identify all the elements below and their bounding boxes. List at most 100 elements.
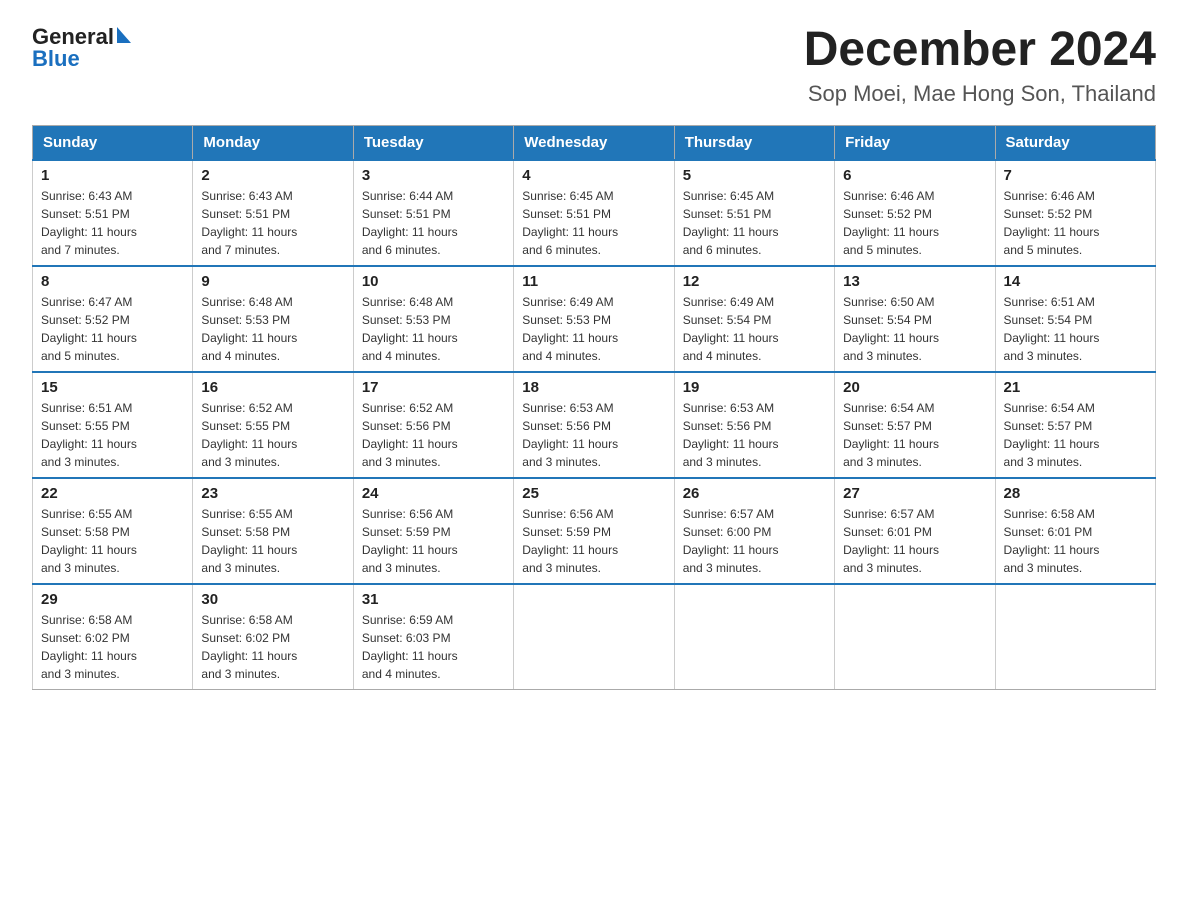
table-row: 18 Sunrise: 6:53 AMSunset: 5:56 PMDaylig… xyxy=(514,372,674,478)
day-number: 24 xyxy=(362,485,505,502)
day-info: Sunrise: 6:57 AMSunset: 6:01 PMDaylight:… xyxy=(843,507,939,575)
table-row: 20 Sunrise: 6:54 AMSunset: 5:57 PMDaylig… xyxy=(835,372,995,478)
day-number: 12 xyxy=(683,273,826,290)
day-number: 25 xyxy=(522,485,665,502)
table-row: 3 Sunrise: 6:44 AMSunset: 5:51 PMDayligh… xyxy=(353,160,513,266)
col-header-wednesday: Wednesday xyxy=(514,125,674,160)
day-info: Sunrise: 6:52 AMSunset: 5:56 PMDaylight:… xyxy=(362,401,458,469)
day-number: 8 xyxy=(41,273,184,290)
table-row: 23 Sunrise: 6:55 AMSunset: 5:58 PMDaylig… xyxy=(193,478,353,584)
table-row xyxy=(674,584,834,690)
day-info: Sunrise: 6:58 AMSunset: 6:02 PMDaylight:… xyxy=(201,613,297,681)
day-info: Sunrise: 6:44 AMSunset: 5:51 PMDaylight:… xyxy=(362,189,458,257)
day-info: Sunrise: 6:58 AMSunset: 6:02 PMDaylight:… xyxy=(41,613,137,681)
table-row: 16 Sunrise: 6:52 AMSunset: 5:55 PMDaylig… xyxy=(193,372,353,478)
day-info: Sunrise: 6:49 AMSunset: 5:54 PMDaylight:… xyxy=(683,295,779,363)
col-header-sunday: Sunday xyxy=(33,125,193,160)
page-title: December 2024 xyxy=(804,24,1156,77)
page-subtitle: Sop Moei, Mae Hong Son, Thailand xyxy=(804,81,1156,107)
table-row: 27 Sunrise: 6:57 AMSunset: 6:01 PMDaylig… xyxy=(835,478,995,584)
calendar-week-5: 29 Sunrise: 6:58 AMSunset: 6:02 PMDaylig… xyxy=(33,584,1156,690)
table-row: 13 Sunrise: 6:50 AMSunset: 5:54 PMDaylig… xyxy=(835,266,995,372)
day-info: Sunrise: 6:54 AMSunset: 5:57 PMDaylight:… xyxy=(843,401,939,469)
day-info: Sunrise: 6:50 AMSunset: 5:54 PMDaylight:… xyxy=(843,295,939,363)
calendar-table: Sunday Monday Tuesday Wednesday Thursday… xyxy=(32,125,1156,690)
day-info: Sunrise: 6:46 AMSunset: 5:52 PMDaylight:… xyxy=(843,189,939,257)
calendar-week-3: 15 Sunrise: 6:51 AMSunset: 5:55 PMDaylig… xyxy=(33,372,1156,478)
day-number: 21 xyxy=(1004,379,1147,396)
table-row: 26 Sunrise: 6:57 AMSunset: 6:00 PMDaylig… xyxy=(674,478,834,584)
table-row: 21 Sunrise: 6:54 AMSunset: 5:57 PMDaylig… xyxy=(995,372,1155,478)
table-row: 24 Sunrise: 6:56 AMSunset: 5:59 PMDaylig… xyxy=(353,478,513,584)
day-number: 11 xyxy=(522,273,665,290)
page-header: General Blue December 2024 Sop Moei, Mae… xyxy=(32,24,1156,107)
logo-blue-text: Blue xyxy=(32,46,80,72)
day-info: Sunrise: 6:53 AMSunset: 5:56 PMDaylight:… xyxy=(683,401,779,469)
col-header-saturday: Saturday xyxy=(995,125,1155,160)
table-row: 1 Sunrise: 6:43 AMSunset: 5:51 PMDayligh… xyxy=(33,160,193,266)
table-row xyxy=(835,584,995,690)
col-header-thursday: Thursday xyxy=(674,125,834,160)
day-info: Sunrise: 6:59 AMSunset: 6:03 PMDaylight:… xyxy=(362,613,458,681)
table-row: 9 Sunrise: 6:48 AMSunset: 5:53 PMDayligh… xyxy=(193,266,353,372)
day-number: 1 xyxy=(41,167,184,184)
day-info: Sunrise: 6:45 AMSunset: 5:51 PMDaylight:… xyxy=(683,189,779,257)
table-row xyxy=(514,584,674,690)
day-info: Sunrise: 6:55 AMSunset: 5:58 PMDaylight:… xyxy=(41,507,137,575)
table-row: 28 Sunrise: 6:58 AMSunset: 6:01 PMDaylig… xyxy=(995,478,1155,584)
day-info: Sunrise: 6:48 AMSunset: 5:53 PMDaylight:… xyxy=(201,295,297,363)
table-row: 14 Sunrise: 6:51 AMSunset: 5:54 PMDaylig… xyxy=(995,266,1155,372)
day-info: Sunrise: 6:51 AMSunset: 5:54 PMDaylight:… xyxy=(1004,295,1100,363)
day-info: Sunrise: 6:56 AMSunset: 5:59 PMDaylight:… xyxy=(362,507,458,575)
day-number: 7 xyxy=(1004,167,1147,184)
day-number: 3 xyxy=(362,167,505,184)
day-info: Sunrise: 6:47 AMSunset: 5:52 PMDaylight:… xyxy=(41,295,137,363)
day-number: 20 xyxy=(843,379,986,396)
day-info: Sunrise: 6:49 AMSunset: 5:53 PMDaylight:… xyxy=(522,295,618,363)
table-row: 4 Sunrise: 6:45 AMSunset: 5:51 PMDayligh… xyxy=(514,160,674,266)
day-number: 10 xyxy=(362,273,505,290)
col-header-tuesday: Tuesday xyxy=(353,125,513,160)
day-info: Sunrise: 6:57 AMSunset: 6:00 PMDaylight:… xyxy=(683,507,779,575)
day-number: 22 xyxy=(41,485,184,502)
table-row: 15 Sunrise: 6:51 AMSunset: 5:55 PMDaylig… xyxy=(33,372,193,478)
table-row: 17 Sunrise: 6:52 AMSunset: 5:56 PMDaylig… xyxy=(353,372,513,478)
day-info: Sunrise: 6:56 AMSunset: 5:59 PMDaylight:… xyxy=(522,507,618,575)
day-number: 5 xyxy=(683,167,826,184)
day-number: 2 xyxy=(201,167,344,184)
day-number: 18 xyxy=(522,379,665,396)
day-number: 15 xyxy=(41,379,184,396)
logo: General Blue xyxy=(32,24,131,72)
day-info: Sunrise: 6:48 AMSunset: 5:53 PMDaylight:… xyxy=(362,295,458,363)
day-info: Sunrise: 6:51 AMSunset: 5:55 PMDaylight:… xyxy=(41,401,137,469)
day-info: Sunrise: 6:43 AMSunset: 5:51 PMDaylight:… xyxy=(41,189,137,257)
day-number: 14 xyxy=(1004,273,1147,290)
table-row: 25 Sunrise: 6:56 AMSunset: 5:59 PMDaylig… xyxy=(514,478,674,584)
day-info: Sunrise: 6:45 AMSunset: 5:51 PMDaylight:… xyxy=(522,189,618,257)
day-number: 17 xyxy=(362,379,505,396)
day-number: 26 xyxy=(683,485,826,502)
day-number: 29 xyxy=(41,591,184,608)
day-number: 16 xyxy=(201,379,344,396)
day-number: 19 xyxy=(683,379,826,396)
day-info: Sunrise: 6:55 AMSunset: 5:58 PMDaylight:… xyxy=(201,507,297,575)
day-number: 27 xyxy=(843,485,986,502)
table-row: 29 Sunrise: 6:58 AMSunset: 6:02 PMDaylig… xyxy=(33,584,193,690)
day-number: 6 xyxy=(843,167,986,184)
table-row: 8 Sunrise: 6:47 AMSunset: 5:52 PMDayligh… xyxy=(33,266,193,372)
logo-arrow-icon xyxy=(117,27,131,43)
table-row: 6 Sunrise: 6:46 AMSunset: 5:52 PMDayligh… xyxy=(835,160,995,266)
table-row: 7 Sunrise: 6:46 AMSunset: 5:52 PMDayligh… xyxy=(995,160,1155,266)
calendar-week-1: 1 Sunrise: 6:43 AMSunset: 5:51 PMDayligh… xyxy=(33,160,1156,266)
day-info: Sunrise: 6:58 AMSunset: 6:01 PMDaylight:… xyxy=(1004,507,1100,575)
day-number: 28 xyxy=(1004,485,1147,502)
col-header-friday: Friday xyxy=(835,125,995,160)
table-row: 19 Sunrise: 6:53 AMSunset: 5:56 PMDaylig… xyxy=(674,372,834,478)
table-row: 10 Sunrise: 6:48 AMSunset: 5:53 PMDaylig… xyxy=(353,266,513,372)
day-number: 4 xyxy=(522,167,665,184)
table-row: 12 Sunrise: 6:49 AMSunset: 5:54 PMDaylig… xyxy=(674,266,834,372)
table-row: 11 Sunrise: 6:49 AMSunset: 5:53 PMDaylig… xyxy=(514,266,674,372)
day-number: 9 xyxy=(201,273,344,290)
day-info: Sunrise: 6:43 AMSunset: 5:51 PMDaylight:… xyxy=(201,189,297,257)
day-info: Sunrise: 6:52 AMSunset: 5:55 PMDaylight:… xyxy=(201,401,297,469)
